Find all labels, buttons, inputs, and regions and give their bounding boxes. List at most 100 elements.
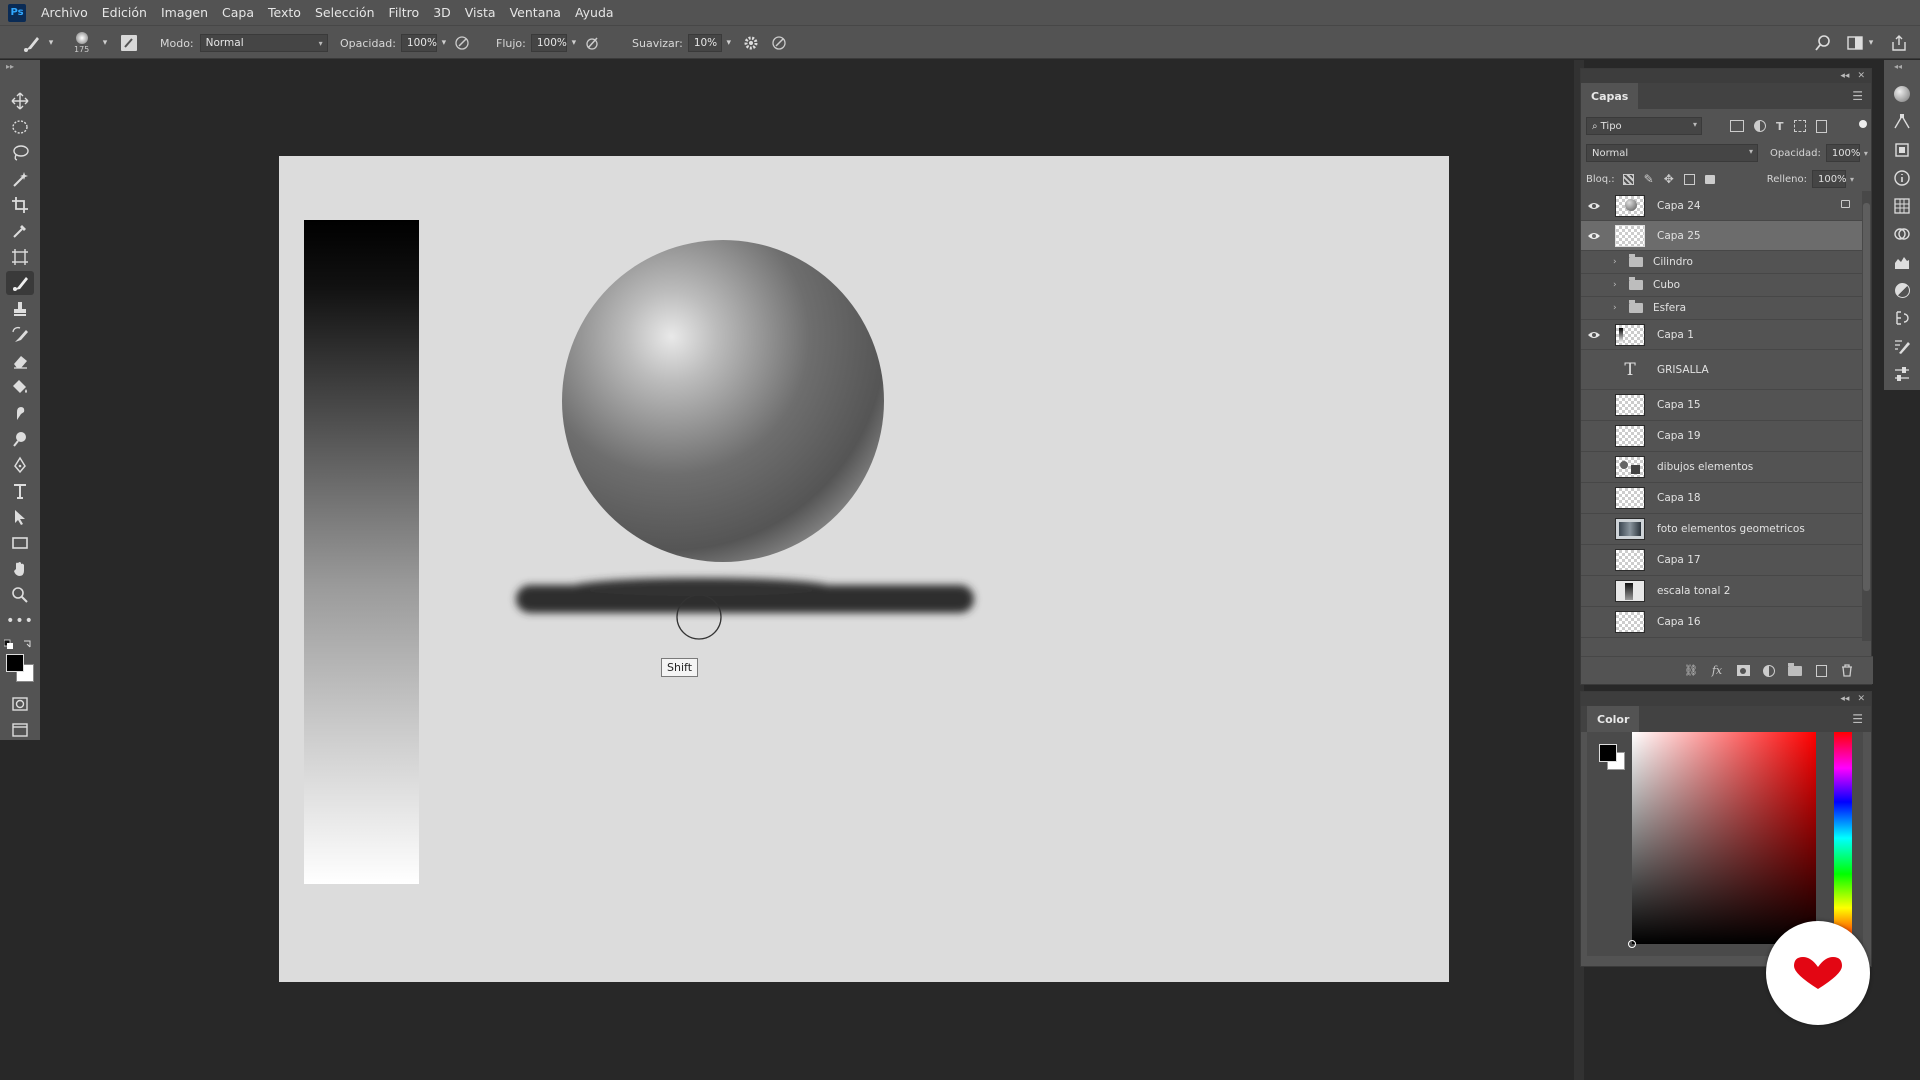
scrollbar-thumb[interactable]	[1863, 203, 1870, 591]
lock-all-icon[interactable]	[1704, 174, 1715, 184]
layer-row[interactable]: Capa 1	[1581, 320, 1864, 350]
brush-settings-toggle[interactable]	[118, 26, 140, 60]
default-colors-icon[interactable]	[3, 638, 34, 653]
chevron-right-icon[interactable]: ›	[1613, 257, 1623, 267]
panel-menu-icon[interactable]: ☰	[1852, 89, 1863, 103]
menu-3d[interactable]: 3D	[426, 0, 458, 25]
visibility-toggle[interactable]	[1581, 255, 1607, 269]
visibility-toggle[interactable]	[1581, 429, 1607, 443]
rectangle-tool[interactable]	[6, 531, 34, 555]
foreground-color-swatch[interactable]	[1599, 744, 1617, 762]
menu-edicion[interactable]: Edición	[95, 0, 154, 25]
brush-settings-panel-button[interactable]	[1892, 336, 1912, 356]
collapse-toolbar-icon[interactable]: ▸▸	[6, 62, 14, 71]
new-group-button[interactable]	[1787, 662, 1803, 679]
menu-texto[interactable]: Texto	[261, 0, 308, 25]
opacity-slider-toggle[interactable]: ▾	[437, 34, 451, 52]
frame-tool[interactable]	[6, 245, 34, 269]
paths-panel-button[interactable]	[1892, 112, 1912, 132]
workspace-switcher[interactable]: ▾	[1846, 26, 1878, 60]
pen-tool[interactable]	[6, 453, 34, 477]
lock-position-icon[interactable]: ✥	[1664, 172, 1674, 186]
delete-layer-button[interactable]	[1839, 663, 1855, 679]
layer-row[interactable]: escala tonal 2	[1581, 576, 1864, 607]
filter-shape-icon[interactable]	[1793, 119, 1806, 132]
chevron-right-icon[interactable]: ›	[1613, 303, 1623, 313]
tool-preset-picker[interactable]: ▾	[20, 26, 58, 60]
chevron-right-icon[interactable]: ›	[1613, 280, 1623, 290]
menu-ayuda[interactable]: Ayuda	[568, 0, 621, 25]
flow-input[interactable]: 100%	[530, 34, 567, 52]
menu-ventana[interactable]: Ventana	[503, 0, 568, 25]
styles-panel-button[interactable]	[1892, 224, 1912, 244]
collapse-panel-icon[interactable]: ◂◂	[1840, 694, 1849, 704]
adjustments-panel-button[interactable]	[1892, 280, 1912, 300]
menu-capa[interactable]: Capa	[215, 0, 261, 25]
eyedropper-tool[interactable]	[6, 219, 34, 243]
collapse-strip-icon[interactable]: ◂◂	[1894, 62, 1902, 71]
visibility-toggle[interactable]	[1581, 615, 1607, 629]
layer-group-row[interactable]: › Esfera	[1581, 297, 1864, 320]
document-canvas[interactable]	[279, 156, 1449, 982]
panel-menu-icon[interactable]: ☰	[1852, 712, 1863, 726]
visibility-toggle[interactable]	[1581, 231, 1607, 241]
filter-adjustment-icon[interactable]	[1754, 119, 1766, 132]
menu-imagen[interactable]: Imagen	[154, 0, 215, 25]
move-tool[interactable]	[6, 89, 34, 113]
visibility-toggle[interactable]	[1581, 278, 1607, 292]
info-panel-button[interactable]	[1892, 168, 1912, 188]
eraser-tool[interactable]	[6, 349, 34, 373]
histogram-panel-button[interactable]	[1892, 252, 1912, 272]
collapse-panel-icon[interactable]: ◂◂	[1840, 71, 1849, 81]
chevron-down-icon[interactable]: ▾	[98, 34, 112, 52]
magic-wand-tool[interactable]	[6, 167, 34, 191]
new-layer-button[interactable]	[1813, 663, 1829, 679]
layer-row[interactable]: dibujos elementos	[1581, 452, 1864, 483]
visibility-toggle[interactable]	[1581, 553, 1607, 567]
pressure-opacity-toggle[interactable]	[451, 32, 473, 54]
blend-mode-select[interactable]: Normal ▾	[1586, 144, 1758, 162]
history-brush-tool[interactable]	[6, 323, 34, 347]
lock-artboard-icon[interactable]	[1683, 173, 1695, 185]
visibility-toggle[interactable]	[1581, 398, 1607, 412]
menu-seleccion[interactable]: Selección	[308, 0, 382, 25]
pressure-size-toggle[interactable]	[768, 32, 790, 54]
adjustment-layer-icon[interactable]	[1761, 663, 1777, 679]
close-icon[interactable]: ✕	[1857, 694, 1865, 704]
lasso-tool[interactable]	[6, 141, 34, 165]
hue-slider[interactable]	[1834, 732, 1852, 944]
layer-opacity-input[interactable]: 100%	[1825, 144, 1860, 162]
layer-row[interactable]: Capa 16	[1581, 607, 1864, 638]
photoshop-logo[interactable]: Ps	[8, 3, 26, 22]
blur-tool[interactable]	[6, 401, 34, 425]
tab-color[interactable]: Color	[1587, 706, 1640, 732]
layer-row[interactable]: Capa 17	[1581, 545, 1864, 576]
filter-type-icon[interactable]: T	[1776, 120, 1784, 133]
layer-row[interactable]: Capa 24	[1581, 191, 1864, 221]
color-swatches[interactable]	[6, 654, 36, 684]
lock-transparent-icon[interactable]	[1622, 173, 1634, 185]
layer-row[interactable]: foto elementos geometricos	[1581, 514, 1864, 545]
add-mask-button[interactable]	[1735, 663, 1751, 679]
filter-smart-object-icon[interactable]	[1815, 119, 1827, 133]
smoothing-slider-toggle[interactable]: ▾	[722, 34, 736, 52]
hand-tool[interactable]	[6, 557, 34, 581]
lock-paint-icon[interactable]: ✎	[1644, 172, 1654, 186]
paint-bucket-tool[interactable]	[6, 375, 34, 399]
channels-panel-button[interactable]	[1892, 196, 1912, 216]
visibility-toggle[interactable]	[1581, 522, 1607, 536]
color-picker-handle[interactable]	[1628, 940, 1636, 948]
layer-row[interactable]: Capa 25	[1581, 221, 1864, 251]
3d-panel-button[interactable]	[1892, 84, 1912, 104]
menu-archivo[interactable]: Archivo	[34, 0, 95, 25]
visibility-toggle[interactable]	[1581, 491, 1607, 505]
opacity-input[interactable]: 100%	[400, 34, 437, 52]
smoothing-options-button[interactable]	[740, 32, 762, 54]
visibility-toggle[interactable]	[1581, 330, 1607, 340]
type-tool[interactable]	[6, 479, 34, 503]
layer-group-row[interactable]: › Cubo	[1581, 274, 1864, 297]
layer-row[interactable]: Capa 15	[1581, 390, 1864, 421]
chevron-down-icon[interactable]: ▾	[1850, 175, 1854, 184]
layer-filter-select[interactable]: ⌕ Tipo ▾	[1586, 117, 1702, 135]
tab-capas[interactable]: Capas	[1581, 83, 1639, 109]
